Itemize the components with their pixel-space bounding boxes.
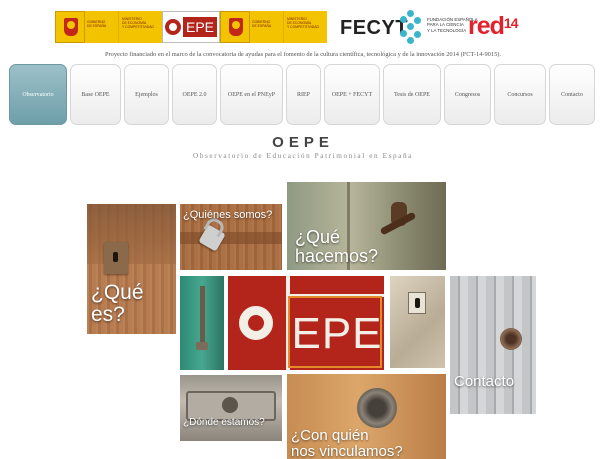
door-bolt-icon	[200, 286, 205, 344]
round-lock-icon	[357, 388, 397, 428]
nav-item-contacto[interactable]: Contacto	[549, 64, 595, 125]
tile-contacto-label: Contacto	[454, 373, 515, 390]
ministry-label: MINISTERIO DE ECONOMÍA Y COMPETITIVIDAD	[283, 11, 327, 43]
tile-green-door[interactable]	[180, 276, 224, 370]
oepe-o-icon	[239, 306, 273, 340]
nav-item-oepe-pneyp[interactable]: OEPE en el PNEyP	[220, 64, 283, 125]
nav-item-oepe-2-0[interactable]: OEPE 2.0	[172, 64, 217, 125]
nav-item-observatorio[interactable]: Observatorio	[9, 64, 67, 125]
nav-item-riep[interactable]: RIEP	[286, 64, 321, 125]
oepe-center-logo[interactable]: EPE	[228, 276, 384, 370]
lock-plate-icon	[104, 242, 128, 274]
tile-que-hacemos[interactable]: ¿Qué hacemos?	[287, 182, 446, 270]
tile-quienes-somos[interactable]: ¿Quiénes somos?	[180, 204, 282, 270]
nav-item-ejemplos[interactable]: Ejemplos	[124, 64, 169, 125]
nav-item-tesis-oepe[interactable]: Tesis de OEPE	[383, 64, 441, 125]
coat-of-arms-icon	[55, 11, 85, 43]
keyhole-plate-icon	[408, 292, 426, 314]
red14-logo: red14	[468, 12, 518, 40]
funding-logos: GOBIERNO DE ESPAÑA MINISTERIO DE ECONOMÍ…	[55, 8, 550, 46]
tile-con-quien-label: ¿Con quién nos vinculamos?	[291, 427, 403, 459]
tile-que-es[interactable]: ¿Qué es?	[87, 204, 176, 334]
tile-que-es-label: ¿Qué es?	[91, 281, 144, 327]
nav-item-concursos[interactable]: Concursos	[494, 64, 546, 125]
ministry-label: MINISTERIO DE ECONOMÍA Y COMPETITIVIDAD	[118, 11, 162, 43]
tile-donde-estamos[interactable]: ¿Dónde estamos?	[180, 375, 282, 441]
nav-item-congresos[interactable]: Congresos	[444, 64, 491, 125]
project-funding-note: Proyecto financiado en el marco de la co…	[104, 51, 501, 58]
tile-que-hacemos-label: ¿Qué hacemos?	[295, 227, 379, 266]
gobierno-espana-logo-2: GOBIERNO DE ESPAÑA MINISTERIO DE ECONOMÍ…	[220, 11, 327, 43]
fecyt-molecule-icon	[398, 10, 424, 44]
main-nav: Observatorio Base OEPE Ejemplos OEPE 2.0…	[9, 64, 606, 125]
tile-donde-estamos-label: ¿Dónde estamos?	[183, 417, 265, 428]
oepe-small-text: EPE	[182, 17, 217, 37]
nav-item-base-oepe[interactable]: Base OEPE	[70, 64, 121, 125]
gobierno-espana-logo: GOBIERNO DE ESPAÑA MINISTERIO DE ECONOMÍ…	[55, 11, 220, 43]
oepe-small-logo: EPE	[162, 11, 220, 43]
site-title: OEPE	[272, 134, 334, 151]
site-subtitle: Observatorio de Educación Patrimonial en…	[193, 152, 413, 160]
tile-con-quien[interactable]: ¿Con quién nos vinculamos?	[287, 374, 446, 459]
tile-contacto[interactable]: Contacto	[450, 276, 536, 414]
oepe-o-icon	[164, 19, 181, 35]
tile-keyhole[interactable]	[390, 276, 445, 368]
coat-of-arms-icon	[220, 11, 250, 43]
door-knob-icon	[500, 328, 522, 350]
nav-item-oepe-fecyt[interactable]: OEPE + FECYT	[324, 64, 380, 125]
tile-quienes-somos-label: ¿Quiénes somos?	[183, 209, 273, 221]
